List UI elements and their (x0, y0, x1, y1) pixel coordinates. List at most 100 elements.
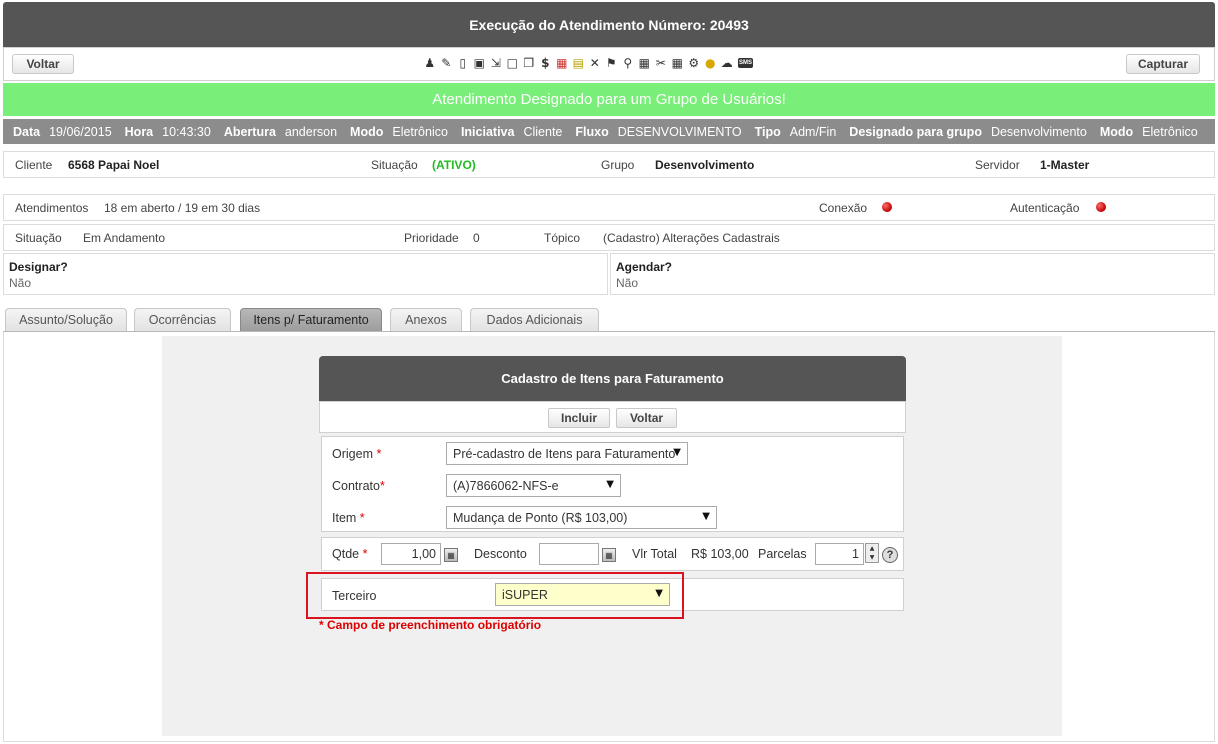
prioridade-label: Prioridade (404, 231, 459, 245)
topico-label: Tópico (544, 231, 581, 245)
info-hora-label: Hora (124, 124, 154, 139)
users-icon[interactable]: ♟ (422, 54, 438, 72)
autenticacao-label: Autenticação (1010, 201, 1080, 215)
contrato-dropdown-icon: ▼ (606, 479, 614, 490)
desconto-calculator-icon[interactable]: ▦ (602, 548, 616, 562)
tab-anexos[interactable]: Anexos (390, 308, 462, 331)
origem-required-mark: * (376, 447, 382, 461)
agendar-title: Agendar? (616, 260, 673, 274)
qtde-required-mark: * (362, 547, 368, 561)
item-fieldset: Origem * Pré-cadastro de Itens para Fatu… (321, 436, 904, 532)
agendar-value: Não (616, 276, 639, 290)
info-fluxo-value: DESENVOLVIMENTO (617, 124, 742, 139)
spin-down-icon[interactable]: ▼ (870, 554, 875, 561)
designar-box: Designar? Não (3, 253, 608, 295)
grupo-value: Desenvolvimento (655, 158, 755, 172)
situacao-status: (ATIVO) (432, 158, 476, 172)
sms-icon-text: SMS (737, 58, 753, 68)
info-modo2-label: Modo (1099, 124, 1134, 139)
contrato-select-value: (A)7866062-NFS-e (453, 478, 559, 493)
export-icon[interactable]: ⇲ (488, 54, 504, 72)
lightbulb-icon[interactable]: ● (703, 54, 719, 72)
values-fieldset: Qtde * 1,00 ▦ Desconto ▦ Vlr Total R$ 10… (321, 537, 904, 571)
info-abertura-label: Abertura (223, 124, 276, 139)
form-voltar-button[interactable]: Voltar (616, 408, 677, 428)
info-iniciativa-label: Iniciativa (460, 124, 515, 139)
designar-value: Não (9, 276, 32, 290)
desconto-input[interactable] (539, 543, 599, 565)
toolbar: Voltar ♟ ✎ ▯ ▣ ⇲ □ ❐ $ ▦ ▤ ✕ ⚑ ⚲ ▦ ✂ ▦ ⚙… (3, 47, 1215, 81)
map-icon[interactable]: ⚑ (604, 54, 620, 72)
info-tipo-value: Adm/Fin (789, 124, 837, 139)
table-icon[interactable]: ▦ (637, 54, 653, 72)
origem-select[interactable]: Pré-cadastro de Itens para Faturamento ▼ (446, 442, 688, 465)
situacao-label: Situação (371, 158, 418, 172)
capture-button[interactable]: Capturar (1126, 54, 1200, 74)
tab-dados-adicionais[interactable]: Dados Adicionais (470, 308, 599, 331)
help-icon[interactable]: ? (882, 547, 898, 563)
tab-assunto-solucao[interactable]: Assunto/Solução (5, 308, 127, 331)
conexao-status-icon (882, 202, 892, 212)
item-label-text: Item (332, 511, 357, 525)
topico-value: (Cadastro) Alterações Cadastrais (603, 231, 780, 245)
info-data-label: Data (13, 124, 41, 139)
parcelas-label: Parcelas (758, 547, 807, 561)
atendimentos-row: Atendimentos 18 em aberto / 19 em 30 dia… (3, 194, 1215, 221)
agendar-box: Agendar? Não (610, 253, 1215, 295)
origem-label-text: Origem (332, 447, 373, 461)
designar-title: Designar? (9, 260, 68, 274)
vlrtotal-value: R$ 103,00 (691, 547, 749, 561)
qtde-input[interactable]: 1,00 (381, 543, 441, 565)
notes-icon[interactable]: ▤ (571, 54, 587, 72)
tab-itens-faturamento[interactable]: Itens p/ Faturamento (240, 308, 382, 331)
sms-icon[interactable]: SMS (736, 54, 756, 72)
calendar-icon[interactable]: ▦ (554, 54, 570, 72)
page-title: Execução do Atendimento Número: 20493 (3, 2, 1215, 47)
grupo-label: Grupo (601, 158, 635, 172)
info-modo-value: Eletrônico (392, 124, 448, 139)
info-data-value: 19/06/2015 (49, 124, 112, 139)
terceiro-highlight-box (306, 572, 684, 619)
qtde-calculator-icon[interactable]: ▦ (444, 548, 458, 562)
tab-bar: Assunto/Solução Ocorrências Itens p/ Fat… (3, 308, 1215, 332)
info-abertura-value: anderson (284, 124, 338, 139)
autenticacao-status-icon (1096, 202, 1106, 212)
doc-settings-icon[interactable]: ▦ (670, 54, 686, 72)
contact-card-icon[interactable]: ▣ (472, 54, 488, 72)
prioridade-value: 0 (473, 231, 480, 245)
assignment-banner: Atendimento Designado para um Grupo de U… (3, 83, 1215, 116)
status-situacao-value: Em Andamento (83, 231, 166, 245)
contrato-select[interactable]: (A)7866062-NFS-e ▼ (446, 474, 621, 497)
item-select[interactable]: Mudança de Ponto (R$ 103,00) ▼ (446, 506, 717, 529)
search-doc-icon[interactable]: ⚲ (620, 54, 636, 72)
dollar-icon[interactable]: $ (538, 54, 554, 72)
documents-icon[interactable]: ❐ (521, 54, 537, 72)
network-icon[interactable]: ☁ (719, 54, 735, 72)
status-row: Situação Em Andamento Prioridade 0 Tópic… (3, 224, 1215, 251)
info-grupo-value: Desenvolvimento (990, 124, 1087, 139)
incluir-button[interactable]: Incluir (548, 408, 610, 428)
gear-icon[interactable]: ⚙ (686, 54, 702, 72)
scissors-icon[interactable]: ✂ (653, 54, 669, 72)
window-icon[interactable]: □ (505, 54, 521, 72)
parcelas-input[interactable]: 1 (815, 543, 864, 565)
user-edit-icon[interactable]: ✎ (439, 54, 455, 72)
required-note: * Campo de preenchimento obrigatório (319, 618, 542, 632)
toolbar-icons: ♟ ✎ ▯ ▣ ⇲ □ ❐ $ ▦ ▤ ✕ ⚑ ⚲ ▦ ✂ ▦ ⚙ ● ☁ SM… (422, 54, 756, 72)
item-select-value: Mudança de Ponto (R$ 103,00) (453, 510, 628, 525)
back-button[interactable]: Voltar (12, 54, 74, 74)
item-label: Item * (332, 511, 365, 525)
servidor-label: Servidor (975, 158, 1020, 172)
spin-up-icon[interactable]: ▲ (870, 545, 875, 552)
contrato-label-text: Contrato (332, 479, 380, 493)
tools-icon[interactable]: ✕ (587, 54, 603, 72)
qtde-label-text: Qtde (332, 547, 360, 561)
origem-label: Origem * (332, 447, 381, 461)
conexao-label: Conexão (819, 201, 868, 215)
contrato-required-mark: * (379, 479, 385, 493)
parcelas-spinner[interactable]: ▲ ▼ (865, 543, 879, 563)
info-modo-label: Modo (350, 124, 384, 139)
form-title: Cadastro de Itens para Faturamento (319, 356, 906, 401)
phone-icon[interactable]: ▯ (455, 54, 471, 72)
tab-ocorrencias[interactable]: Ocorrências (134, 308, 231, 331)
